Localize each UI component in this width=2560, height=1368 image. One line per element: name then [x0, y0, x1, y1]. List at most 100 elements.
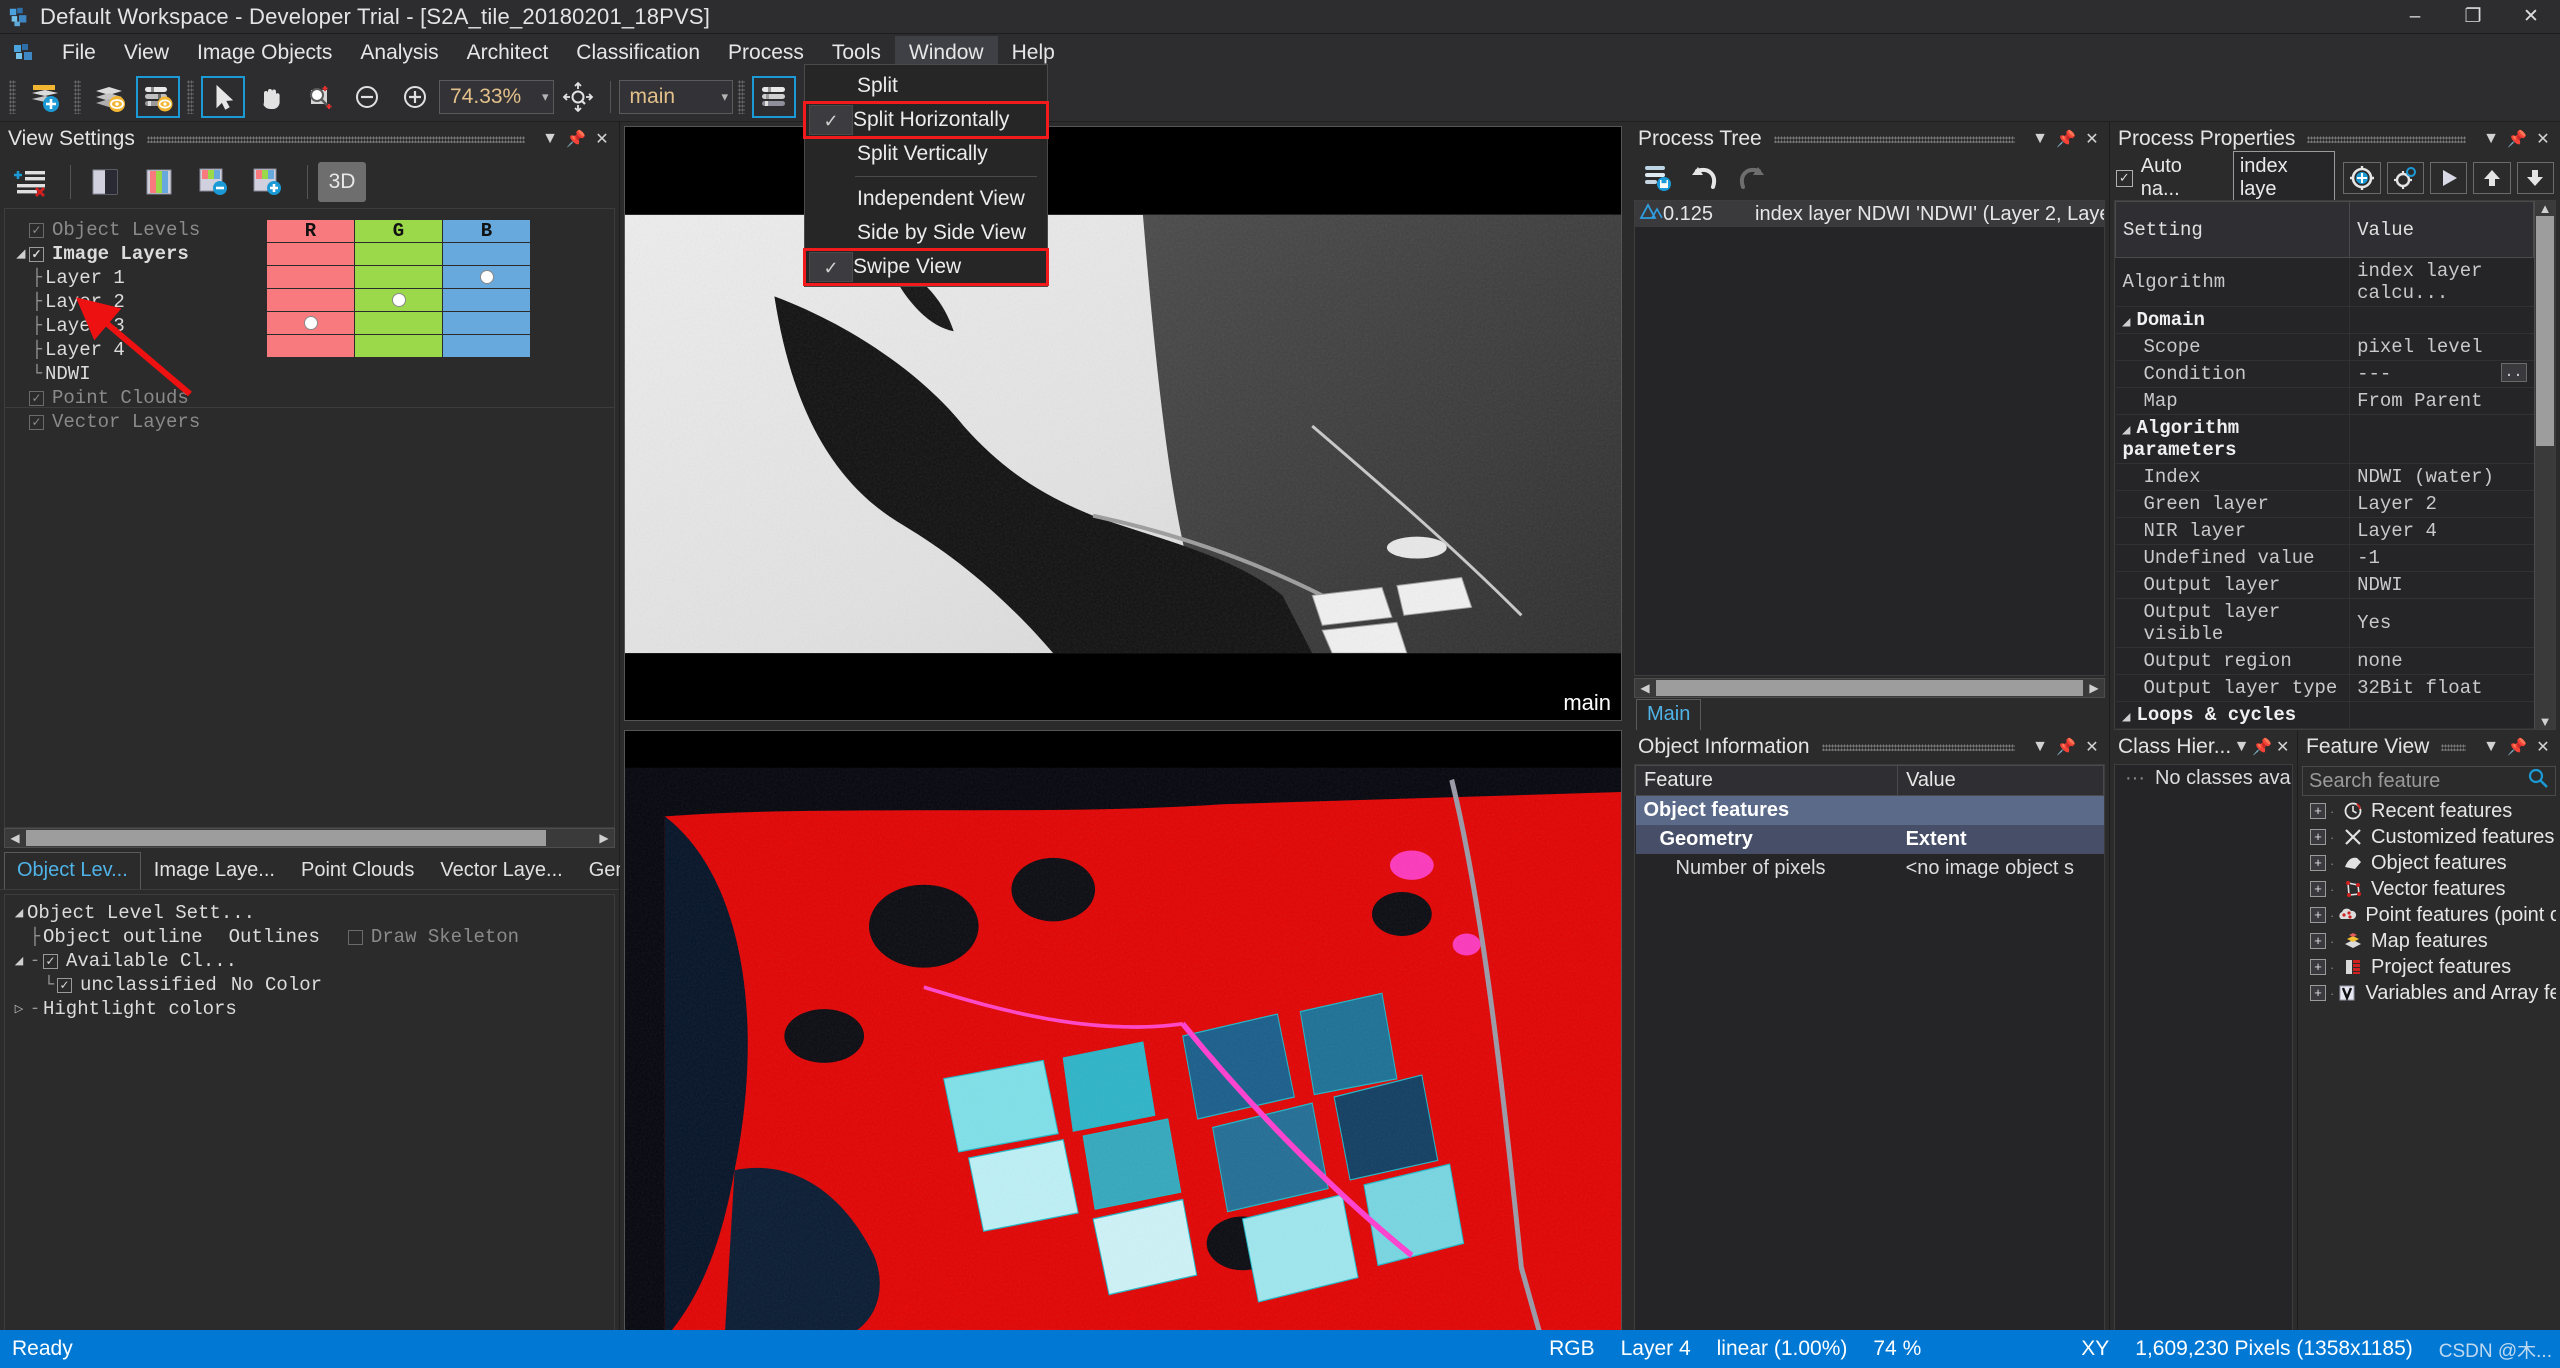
expander-icon-2[interactable]: ◢ [2123, 425, 2137, 437]
zoom-to-window-icon[interactable] [556, 76, 600, 118]
expander-icon[interactable]: ◢ [11, 906, 27, 920]
close-icon[interactable]: ✕ [589, 126, 615, 152]
panel-drag-handle[interactable] [2307, 136, 2466, 143]
image-view-bottom[interactable]: main [624, 730, 1622, 1368]
move-up-icon[interactable] [2473, 162, 2510, 194]
menu-item-split-horizontally[interactable]: ✓ Split Horizontally [805, 103, 1047, 137]
tab-point-clouds[interactable]: Point Clouds [288, 852, 427, 889]
expand-icon[interactable]: + [2310, 959, 2326, 975]
process-name-input[interactable]: index laye [2233, 151, 2335, 205]
close-icon[interactable]: ✕ [2079, 734, 2105, 760]
maximize-button[interactable]: ❐ [2444, 0, 2502, 34]
zoom-out-icon[interactable] [345, 76, 389, 118]
toolbar-grip[interactable] [9, 80, 16, 114]
expander-icon[interactable]: ◢ [13, 247, 29, 261]
layer-visibility-icon[interactable] [88, 76, 132, 118]
rgb-cell-b[interactable] [443, 335, 531, 358]
chevron-down-icon[interactable]: ▼ [2027, 126, 2053, 152]
menu-image-objects[interactable]: Image Objects [183, 36, 346, 70]
close-icon[interactable]: ✕ [2272, 734, 2293, 760]
grid-row-algorithm[interactable]: Algorithm index layer calcu... [2116, 258, 2534, 307]
scroll-up-icon[interactable]: ▲ [2539, 201, 2552, 216]
checkbox-image-layers[interactable]: ✓ [29, 247, 44, 262]
window-menu-dropdown[interactable]: Split ✓ Split Horizontally Split Vertica… [804, 64, 1048, 287]
expander-icon-2[interactable]: ◢ [11, 954, 27, 968]
tree-item-point-clouds[interactable]: ✓ Point Clouds [13, 386, 258, 410]
scroll-right-icon[interactable]: ▶ [2084, 681, 2104, 695]
tab-main[interactable]: Main [1636, 699, 1701, 730]
expand-icon[interactable]: + [2310, 933, 2326, 949]
feature-item-object-features[interactable]: + · Object features [2302, 850, 2556, 876]
zoom-level-combo[interactable]: 74.33% ▾ [439, 80, 554, 114]
image-view-top[interactable]: main [624, 126, 1622, 721]
save-process-icon[interactable] [1636, 160, 1680, 196]
feature-item-point-features[interactable]: + · Point features (point cl [2302, 902, 2556, 928]
grid-row-algorithm-parameters[interactable]: ◢Algorithm parameters [2116, 415, 2534, 464]
pin-icon[interactable]: 📌 [2504, 126, 2530, 152]
close-icon[interactable]: ✕ [2079, 126, 2105, 152]
pin-icon[interactable]: 📌 [2053, 126, 2079, 152]
ols-row-object-outline[interactable]: ├ Object outline Outlines Draw Skeleton [11, 925, 614, 949]
rgb-cell-r-selected[interactable] [267, 312, 355, 335]
layer-add-icon[interactable] [243, 162, 291, 202]
scroll-thumb[interactable] [1656, 680, 2083, 696]
grid-row-condition[interactable]: Condition ..--- [2116, 361, 2534, 388]
panel-drag-handle[interactable] [147, 136, 525, 143]
oi-row-geometry[interactable]: Geometry Extent [1636, 825, 2104, 854]
grid-row-scope[interactable]: Scope pixel level [2116, 334, 2534, 361]
tree-item-layer-2[interactable]: ├ Layer 2 [13, 290, 258, 314]
panel-drag-handle[interactable] [2441, 744, 2466, 751]
chevron-down-icon-2[interactable]: ▾ [722, 89, 729, 105]
ols-row-available-classes[interactable]: ◢ - ✓ Available Cl... [11, 949, 614, 973]
checkbox-available-classes[interactable]: ✓ [43, 954, 58, 969]
menu-file[interactable]: File [48, 36, 110, 70]
chevron-down-icon[interactable]: ▼ [2231, 734, 2252, 760]
tree-item-layer-1[interactable]: ├ Layer 1 [13, 266, 258, 290]
search-icon[interactable] [2527, 767, 2549, 795]
rgb-cell-g[interactable] [355, 335, 443, 358]
menu-architect[interactable]: Architect [453, 36, 563, 70]
rgb-cell-b[interactable] [443, 289, 531, 312]
menu-item-split-vertically[interactable]: Split Vertically [805, 137, 1047, 171]
toolbar-grip-2[interactable] [74, 80, 81, 114]
expander-icon[interactable]: ◢ [2123, 317, 2137, 329]
properties-vscrollbar[interactable]: ▲ ▼ [2534, 201, 2555, 729]
close-button[interactable]: ✕ [2502, 0, 2560, 34]
scroll-thumb[interactable] [26, 830, 546, 846]
toolbar-grip-3[interactable] [187, 80, 194, 114]
rgb-icon[interactable] [135, 162, 183, 202]
grid-row-index[interactable]: Index NDWI (water) [2116, 464, 2534, 491]
tree-item-vector-layers[interactable]: ✓ Vector Layers [13, 410, 258, 434]
feature-item-variables-array-features[interactable]: + · Variables and Array fea [2302, 980, 2556, 1006]
grid-row-output-layer-type[interactable]: Output layer type 32Bit float [2116, 675, 2534, 702]
expand-icon[interactable]: + [2310, 829, 2326, 845]
scroll-thumb[interactable] [2536, 216, 2554, 446]
rgb-cell-g[interactable] [355, 243, 443, 266]
class-hierarchy-body[interactable]: ··· No classes ava [2114, 764, 2293, 1368]
execute-icon[interactable] [2430, 162, 2467, 194]
chevron-down-icon[interactable]: ▼ [2478, 126, 2504, 152]
grid-row-loops-cycles[interactable]: ◢Loops & cycles [2116, 702, 2534, 729]
zoom-region-icon[interactable] [297, 76, 341, 118]
oi-row-number-of-pixels[interactable]: Number of pixels <no image object s [1636, 854, 2104, 883]
toolbar-grip-4[interactable] [738, 80, 745, 114]
chevron-down-icon[interactable]: ▼ [537, 126, 563, 152]
pin-icon[interactable]: 📌 [2504, 734, 2530, 760]
rgb-cell-b[interactable] [443, 243, 531, 266]
tree-item-image-layers[interactable]: ◢ ✓ Image Layers [13, 242, 258, 266]
oi-row-object-features[interactable]: Object features [1636, 796, 2104, 826]
scroll-down-icon[interactable]: ▼ [2539, 714, 2552, 729]
minimize-button[interactable]: – [2386, 0, 2444, 34]
expand-icon[interactable]: + [2310, 907, 2326, 923]
redo-icon[interactable] [1728, 160, 1776, 196]
menu-item-independent-view[interactable]: Independent View [805, 182, 1047, 216]
grid-row-green-layer[interactable]: Green layer Layer 2 [2116, 491, 2534, 518]
checkbox-vector-layers[interactable]: ✓ [29, 415, 44, 430]
checkbox-point-clouds[interactable]: ✓ [29, 391, 44, 406]
insert-child-icon[interactable] [2343, 162, 2380, 194]
expand-icon[interactable]: + [2310, 881, 2326, 897]
feature-item-project-features[interactable]: + · Project f [2302, 954, 2556, 980]
chevron-down-icon[interactable]: ▼ [2027, 734, 2053, 760]
process-tree-hscroll[interactable]: ◀ ▶ [1634, 678, 2105, 698]
condition-ellipsis-button[interactable]: .. [2501, 363, 2527, 382]
